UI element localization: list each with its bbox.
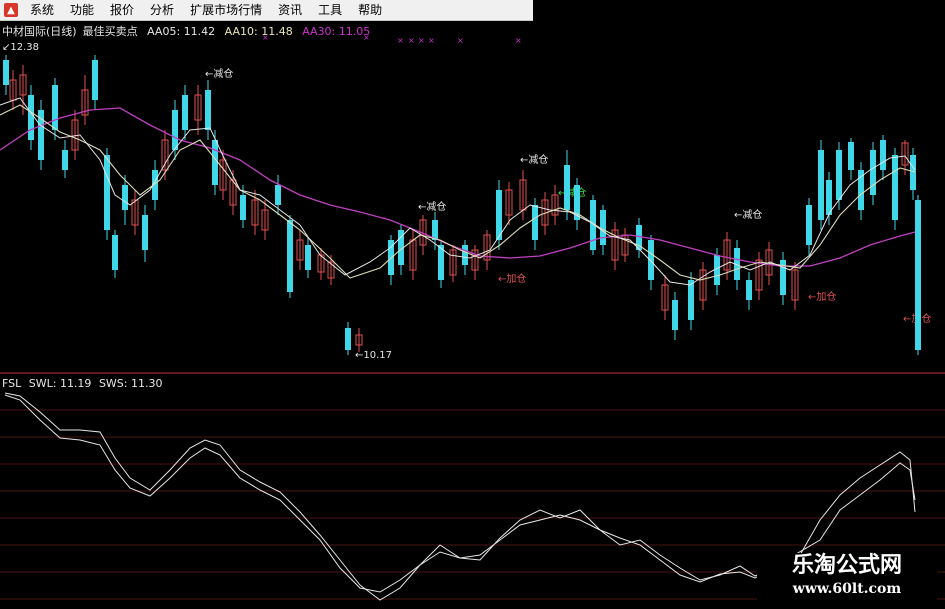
candle-body [305,245,311,270]
candle-body [182,95,188,130]
candlesticks [3,55,921,355]
svg-text:×: × [397,36,404,45]
candle-body [564,165,570,210]
svg-text:×: × [457,36,464,45]
candle-body [142,215,148,250]
signal-markers: × × × × × × × × [262,33,522,45]
candle-body [915,200,921,350]
candle-body [92,60,98,100]
candle-body [112,235,118,270]
watermark-url: www.60lt.com [792,581,902,597]
svg-text:×: × [363,33,370,42]
candle-body [104,155,110,230]
candle-body [345,328,351,350]
svg-text:×: × [418,36,425,45]
candle-body [28,95,34,140]
reduce-annotation-2: ←减仓 [418,200,446,213]
candle-body [858,170,864,210]
candle-body [600,210,606,245]
candle-body [205,90,211,130]
svg-text:×: × [262,33,269,42]
candle-body [212,140,218,185]
candle-body [848,142,854,170]
ma30-line [0,107,916,267]
candle-body [836,150,842,200]
watermark-title: 乐淘公式网 [791,553,902,578]
candle-body [240,195,246,220]
candle-body [122,185,128,210]
svg-text:×: × [408,36,415,45]
candle-body [806,205,812,245]
candle-body [62,150,68,170]
candle-body [892,155,898,220]
chart-area: ↙12.38 ←10.17 × × × × × × × × ←减仓 ←减仓 ←减仓 ←减仓… [0,33,945,601]
candle-body [746,280,752,300]
ma10-line [0,104,916,281]
candle-body [462,245,468,265]
reduce-annotation-5: ←减仓 [558,186,586,199]
svg-text:×: × [428,36,435,45]
reduce-annotation-1: ←减仓 [205,67,233,80]
candle-body [880,140,886,170]
candle-body [3,60,9,85]
candle-body [275,185,281,205]
low-price-mark: ←10.17 [355,350,392,361]
high-price-mark: ↙12.38 [2,42,39,53]
candle-body [532,205,538,240]
watermark: 乐淘公式网 www.60lt.com [757,553,937,603]
reduce-annotation-3: ←减仓 [520,153,548,166]
candle-body [672,300,678,330]
candle-body [910,155,916,190]
add-annotation-2: ←加仓 [808,290,836,303]
candle-body [172,110,178,150]
reduce-annotation-4: ←减仓 [734,208,762,221]
candle-body [870,150,876,195]
candle-body [688,280,694,320]
add-annotation-1: ←加仓 [498,272,526,285]
candle-body [648,240,654,280]
candle-body [818,150,824,220]
candle-body [52,85,58,130]
candle-body [287,220,293,292]
svg-text:×: × [515,36,522,45]
